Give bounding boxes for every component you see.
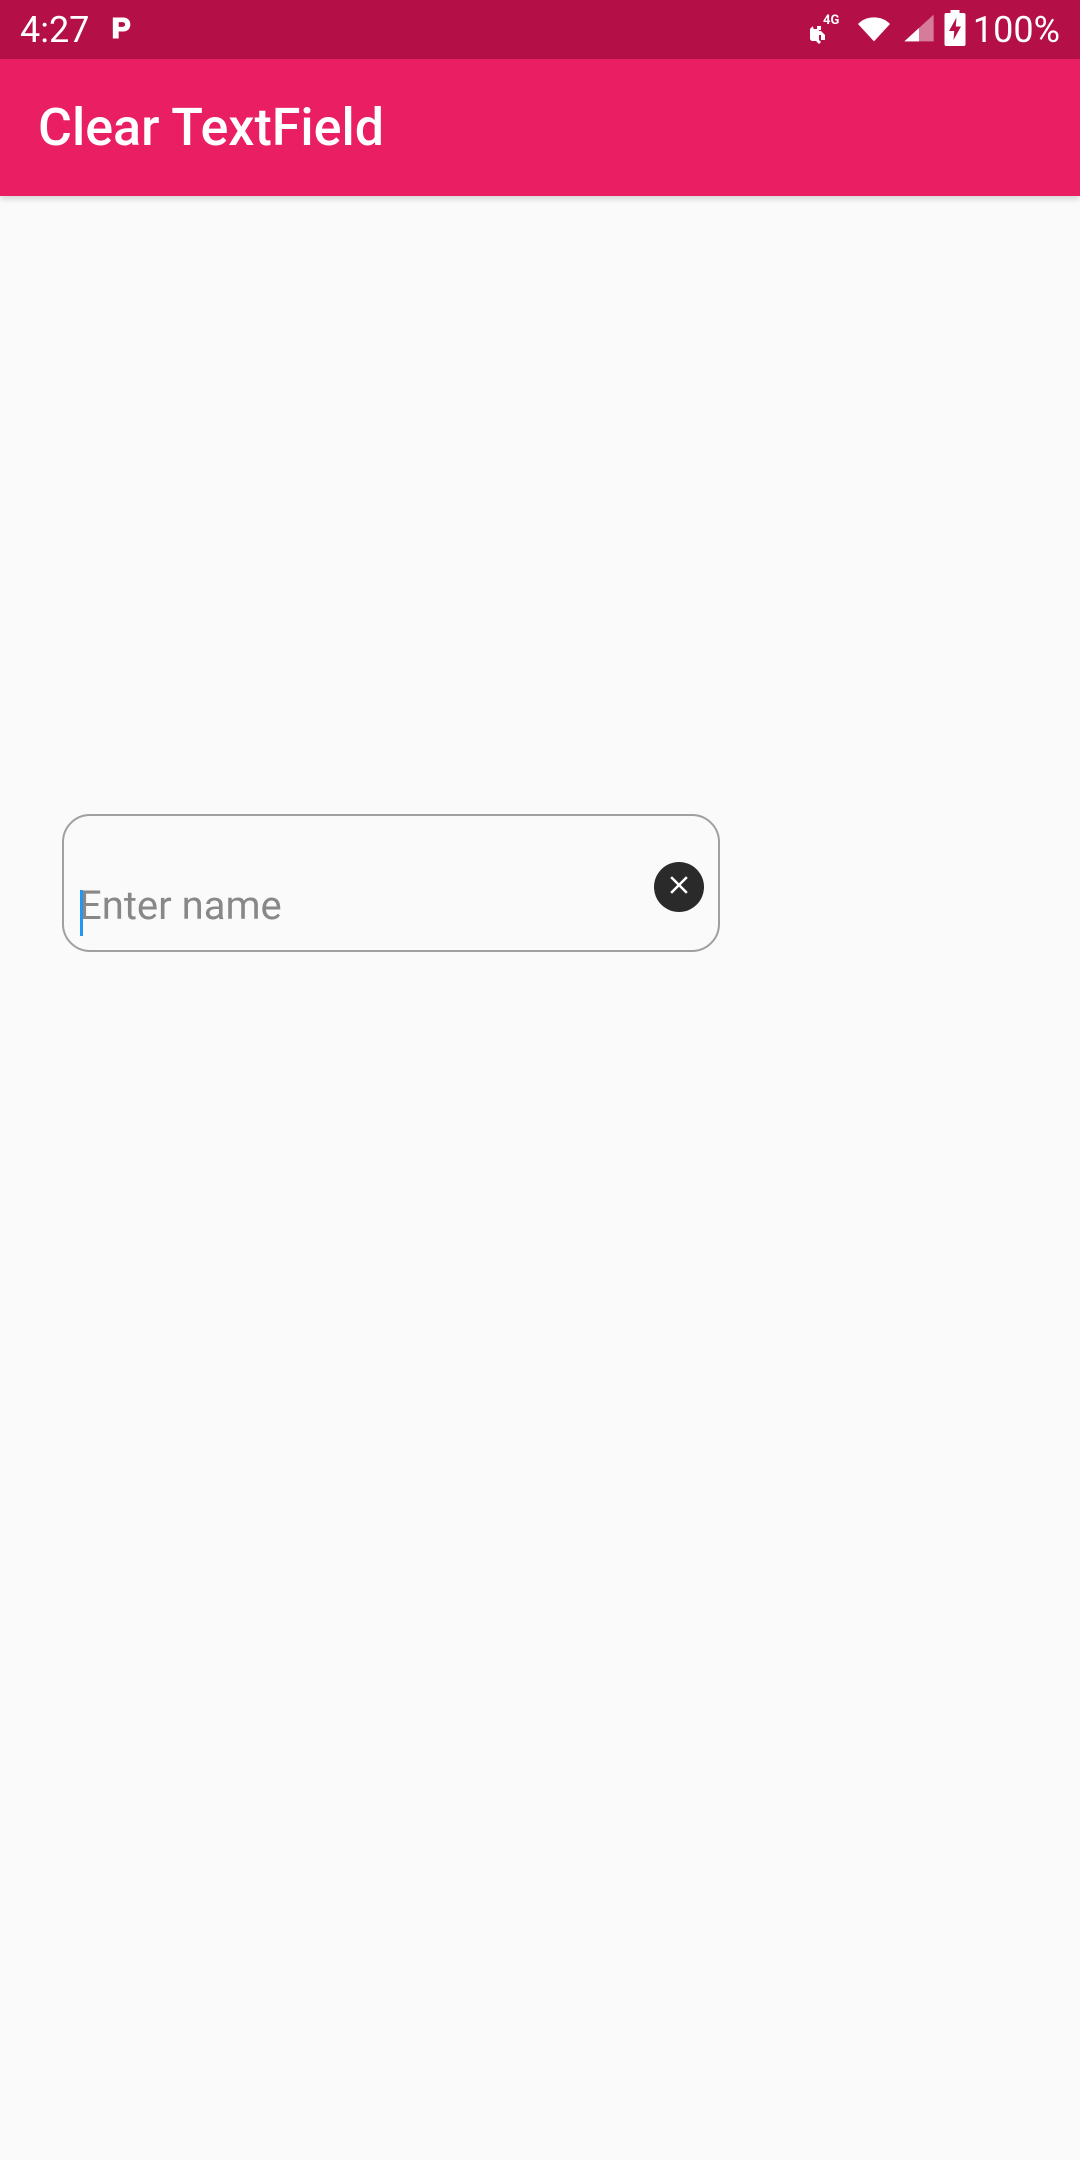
close-icon	[664, 870, 694, 904]
app-bar: Clear TextField	[0, 59, 1080, 196]
cellular-signal-icon	[901, 12, 937, 48]
battery-charging-icon	[943, 10, 967, 50]
app-title: Clear TextField	[38, 97, 384, 158]
clear-button[interactable]	[654, 862, 704, 912]
wifi-icon	[853, 12, 895, 48]
pandora-icon	[107, 14, 135, 46]
status-time: 4:27	[20, 9, 89, 51]
main-content	[0, 196, 1080, 2160]
text-cursor	[80, 890, 83, 936]
name-textfield-container[interactable]	[62, 814, 720, 952]
phone-4g-icon: 4G	[807, 12, 847, 48]
status-left: 4:27	[20, 9, 135, 51]
svg-text:4G: 4G	[823, 13, 839, 28]
name-input[interactable]	[79, 882, 654, 929]
battery-percent: 100%	[973, 9, 1060, 51]
status-right: 4G 100%	[807, 9, 1060, 51]
status-bar: 4:27 4G	[0, 0, 1080, 59]
